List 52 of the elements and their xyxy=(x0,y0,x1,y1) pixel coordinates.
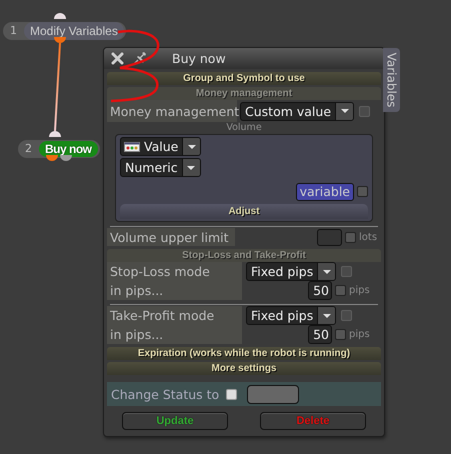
unit-label: pips xyxy=(349,285,370,296)
format-select[interactable]: Numeric xyxy=(120,158,201,177)
input-field[interactable]: 50 xyxy=(308,325,332,344)
checkbox[interactable] xyxy=(335,329,346,340)
mode-select[interactable]: Fixed pips xyxy=(246,306,336,325)
caret-icon xyxy=(322,270,331,274)
caret-icon xyxy=(340,109,349,113)
field-label: Money management xyxy=(107,100,237,122)
port-knob[interactable] xyxy=(54,13,66,19)
type-select[interactable]: Value xyxy=(120,137,202,156)
pin-icon[interactable] xyxy=(132,52,148,66)
flow-node[interactable]: 2 Buy now xyxy=(18,140,100,158)
caret-icon xyxy=(322,314,331,318)
field-label: Stop-Loss mode xyxy=(110,264,211,279)
port-knob[interactable] xyxy=(54,37,66,43)
status-field[interactable] xyxy=(247,384,299,404)
caret-icon xyxy=(188,144,196,148)
card-icon xyxy=(124,142,140,152)
group-caption: Volume xyxy=(225,122,263,134)
checkbox[interactable] xyxy=(357,186,368,197)
input-field[interactable]: 50 xyxy=(308,281,332,300)
unit-label: lots xyxy=(359,232,378,242)
field-label: Take-Profit mode xyxy=(110,308,216,323)
port-knob[interactable] xyxy=(49,131,61,137)
node-number: 1 xyxy=(9,24,18,37)
section-header[interactable]: Expiration (works while the robot is running) xyxy=(107,347,381,360)
port-knob[interactable] xyxy=(46,155,58,161)
field-label: in pips... xyxy=(110,283,164,298)
checkbox[interactable] xyxy=(345,232,356,242)
mode-select[interactable]: Fixed pips xyxy=(246,262,336,281)
update-button[interactable]: Update xyxy=(122,412,228,430)
caret-icon xyxy=(187,166,196,170)
node-label: Modify Variables xyxy=(24,22,124,40)
checkbox[interactable] xyxy=(226,388,237,400)
adjust-bar[interactable]: Adjust xyxy=(120,204,368,219)
panel-title: Buy now xyxy=(172,51,226,66)
flow-node[interactable]: 1 Modify Variables xyxy=(3,22,126,40)
section-header[interactable]: More settings xyxy=(107,362,381,375)
unit-label: pips xyxy=(349,329,370,340)
variables-tab[interactable]: Variables xyxy=(383,48,400,112)
input-field[interactable] xyxy=(317,228,342,246)
port-knob[interactable] xyxy=(60,155,72,161)
node-label: Buy now xyxy=(39,140,98,156)
field-label: Volume upper limit xyxy=(107,228,235,246)
field-label: Change Status to xyxy=(111,386,220,402)
variable-button[interactable]: variable xyxy=(296,182,354,200)
mode-select[interactable]: Custom value xyxy=(240,102,354,120)
section-header[interactable]: Group and Symbol to use xyxy=(107,72,381,85)
checkbox[interactable] xyxy=(335,285,346,296)
field-label: in pips... xyxy=(110,327,164,342)
node-number: 2 xyxy=(24,142,33,155)
close-icon[interactable] xyxy=(111,52,124,65)
